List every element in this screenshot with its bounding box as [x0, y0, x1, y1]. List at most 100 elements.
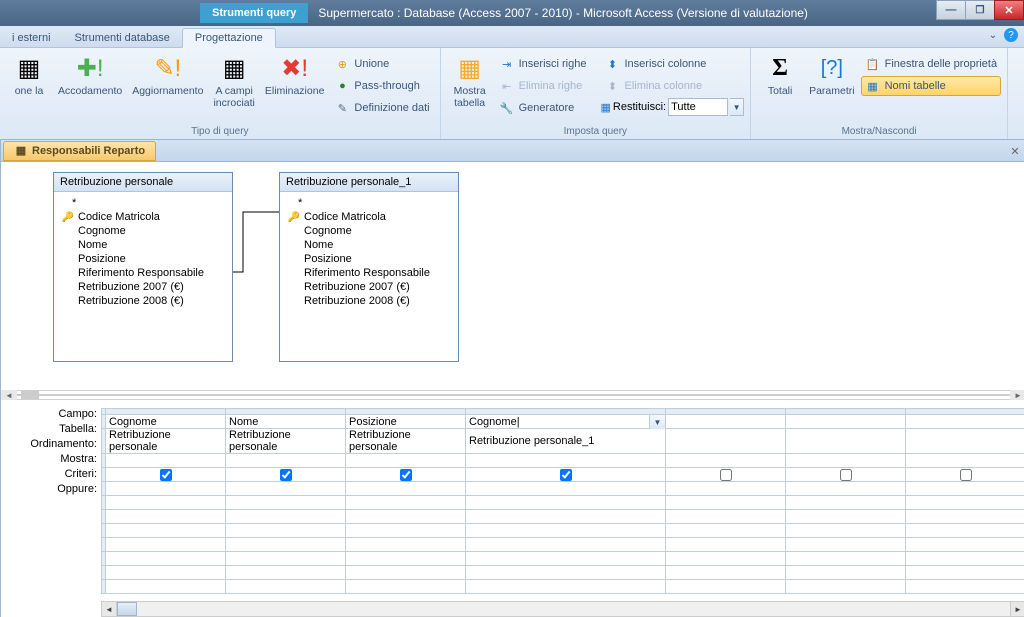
qbe-cell[interactable]	[786, 510, 906, 524]
qbe-cell[interactable]	[346, 580, 466, 594]
scroll-left-button[interactable]: ◄	[101, 601, 117, 617]
qbe-cell[interactable]	[346, 454, 466, 468]
query-design-pane[interactable]: Retribuzione personale * 🔑Codice Matrico…	[1, 162, 1024, 390]
restituisci-dropdown-arrow[interactable]: ▼	[730, 98, 744, 116]
qbe-cell[interactable]	[106, 510, 226, 524]
qbe-cell[interactable]	[906, 524, 1024, 538]
qbe-cell[interactable]	[906, 415, 1024, 429]
field-riferimento[interactable]: Riferimento Responsabile	[284, 266, 454, 280]
totali-button[interactable]: Σ Totali	[757, 50, 803, 100]
qbe-cell[interactable]	[106, 538, 226, 552]
field-star[interactable]: *	[284, 196, 454, 210]
accodamento-button[interactable]: ✚! Accodamento	[54, 50, 126, 100]
scroll-thumb[interactable]	[117, 602, 137, 616]
minimize-ribbon-icon[interactable]: ⌄	[986, 28, 1000, 42]
qbe-cell[interactable]	[346, 538, 466, 552]
qbe-cell[interactable]	[346, 566, 466, 580]
qbe-cell[interactable]	[346, 468, 466, 482]
generatore-button[interactable]: 🔧Generatore	[495, 98, 591, 118]
qbe-cell[interactable]: Nome	[226, 415, 346, 429]
qbe-cell[interactable]	[906, 429, 1024, 454]
qbe-cell[interactable]	[466, 524, 666, 538]
qbe-cell[interactable]	[906, 580, 1024, 594]
inserisci-colonne-button[interactable]: ⬍Inserisci colonne	[600, 54, 744, 74]
qbe-cell[interactable]	[466, 482, 666, 496]
qbe-cell[interactable]: Retribuzione personale	[226, 429, 346, 454]
field-nome[interactable]: Nome	[284, 238, 454, 252]
qbe-cell[interactable]	[906, 510, 1024, 524]
unione-button[interactable]: ⊕Unione	[330, 54, 433, 74]
close-button[interactable]: ✕	[994, 0, 1024, 20]
qbe-cell[interactable]	[906, 552, 1024, 566]
field-nome[interactable]: Nome	[58, 238, 228, 252]
restore-button[interactable]: ❐	[965, 0, 995, 20]
qbe-cell[interactable]	[466, 510, 666, 524]
close-doc-button[interactable]: ✕	[1008, 144, 1022, 158]
nomi-tabelle-button[interactable]: ▦Nomi tabelle	[861, 76, 1002, 96]
qbe-cell[interactable]	[786, 566, 906, 580]
qbe-cell[interactable]	[906, 566, 1024, 580]
qbe-cell[interactable]	[106, 524, 226, 538]
field-cognome[interactable]: Cognome	[284, 224, 454, 238]
qbe-cell[interactable]	[786, 415, 906, 429]
field-retrib-2007[interactable]: Retribuzione 2007 (€)	[284, 280, 454, 294]
tab-dati-esterni[interactable]: i esterni	[0, 29, 63, 47]
field-posizione[interactable]: Posizione	[58, 252, 228, 266]
qbe-cell[interactable]	[666, 468, 786, 482]
qbe-cell[interactable]	[666, 482, 786, 496]
show-checkbox[interactable]	[400, 469, 412, 481]
qbe-cell[interactable]	[666, 429, 786, 454]
qbe-cell[interactable]	[786, 496, 906, 510]
qbe-cell[interactable]	[666, 552, 786, 566]
aggiornamento-button[interactable]: ✎! Aggiornamento	[128, 50, 207, 100]
qbe-cell[interactable]	[906, 468, 1024, 482]
pane-splitter[interactable]: ◄ ►	[1, 390, 1024, 400]
qbe-cell[interactable]	[466, 580, 666, 594]
elimina-colonne-button[interactable]: ⬍Elimina colonne	[600, 76, 744, 96]
campi-incrociati-button[interactable]: ▦ A campi incrociati	[209, 50, 258, 111]
table-title[interactable]: Retribuzione personale_1	[280, 173, 458, 192]
help-icon[interactable]: ?	[1004, 28, 1018, 42]
field-star[interactable]: *	[58, 196, 228, 210]
field-retrib-2008[interactable]: Retribuzione 2008 (€)	[58, 294, 228, 308]
qbe-cell[interactable]	[106, 552, 226, 566]
table-box-retribuzione[interactable]: Retribuzione personale * 🔑Codice Matrico…	[53, 172, 233, 362]
qbe-cell[interactable]	[786, 552, 906, 566]
passthrough-button[interactable]: ●Pass-through	[330, 76, 433, 96]
doc-tab-responsabili[interactable]: ▦ Responsabili Reparto	[3, 141, 156, 161]
qbe-cell[interactable]	[786, 468, 906, 482]
qbe-cell[interactable]	[466, 538, 666, 552]
mostra-tabella-button[interactable]: ▦ Mostra tabella	[447, 50, 493, 111]
qbe-columns[interactable]: CognomeNomePosizioneCognome|▼Retribuzion…	[101, 400, 1024, 617]
show-checkbox[interactable]	[160, 469, 172, 481]
qbe-cell[interactable]	[666, 580, 786, 594]
restituisci-combo[interactable]	[668, 98, 728, 116]
field-cognome[interactable]: Cognome	[58, 224, 228, 238]
qbe-scrollbar[interactable]: ◄ ►	[101, 601, 1024, 617]
qbe-cell[interactable]	[666, 510, 786, 524]
tab-progettazione[interactable]: Progettazione	[182, 28, 276, 48]
qbe-cell[interactable]: Cognome	[106, 415, 226, 429]
qbe-cell[interactable]	[906, 454, 1024, 468]
qbe-cell[interactable]	[906, 482, 1024, 496]
qbe-cell[interactable]	[466, 468, 666, 482]
query-type-button[interactable]: ▦ one la	[6, 50, 52, 100]
qbe-cell[interactable]	[226, 566, 346, 580]
scroll-right-button[interactable]: ►	[1010, 601, 1024, 617]
finestra-proprieta-button[interactable]: 📋Finestra delle proprietà	[861, 54, 1002, 74]
qbe-cell[interactable]	[226, 524, 346, 538]
tab-strumenti-database[interactable]: Strumenti database	[63, 29, 182, 47]
qbe-cell[interactable]	[106, 468, 226, 482]
qbe-cell[interactable]	[786, 429, 906, 454]
qbe-cell[interactable]	[666, 538, 786, 552]
qbe-cell[interactable]	[786, 482, 906, 496]
qbe-cell[interactable]	[666, 496, 786, 510]
show-checkbox[interactable]	[960, 469, 972, 481]
qbe-cell[interactable]	[466, 566, 666, 580]
show-checkbox[interactable]	[840, 469, 852, 481]
qbe-cell[interactable]	[906, 538, 1024, 552]
qbe-cell[interactable]	[226, 496, 346, 510]
qbe-cell[interactable]	[226, 538, 346, 552]
qbe-cell[interactable]	[906, 496, 1024, 510]
qbe-cell[interactable]	[786, 580, 906, 594]
